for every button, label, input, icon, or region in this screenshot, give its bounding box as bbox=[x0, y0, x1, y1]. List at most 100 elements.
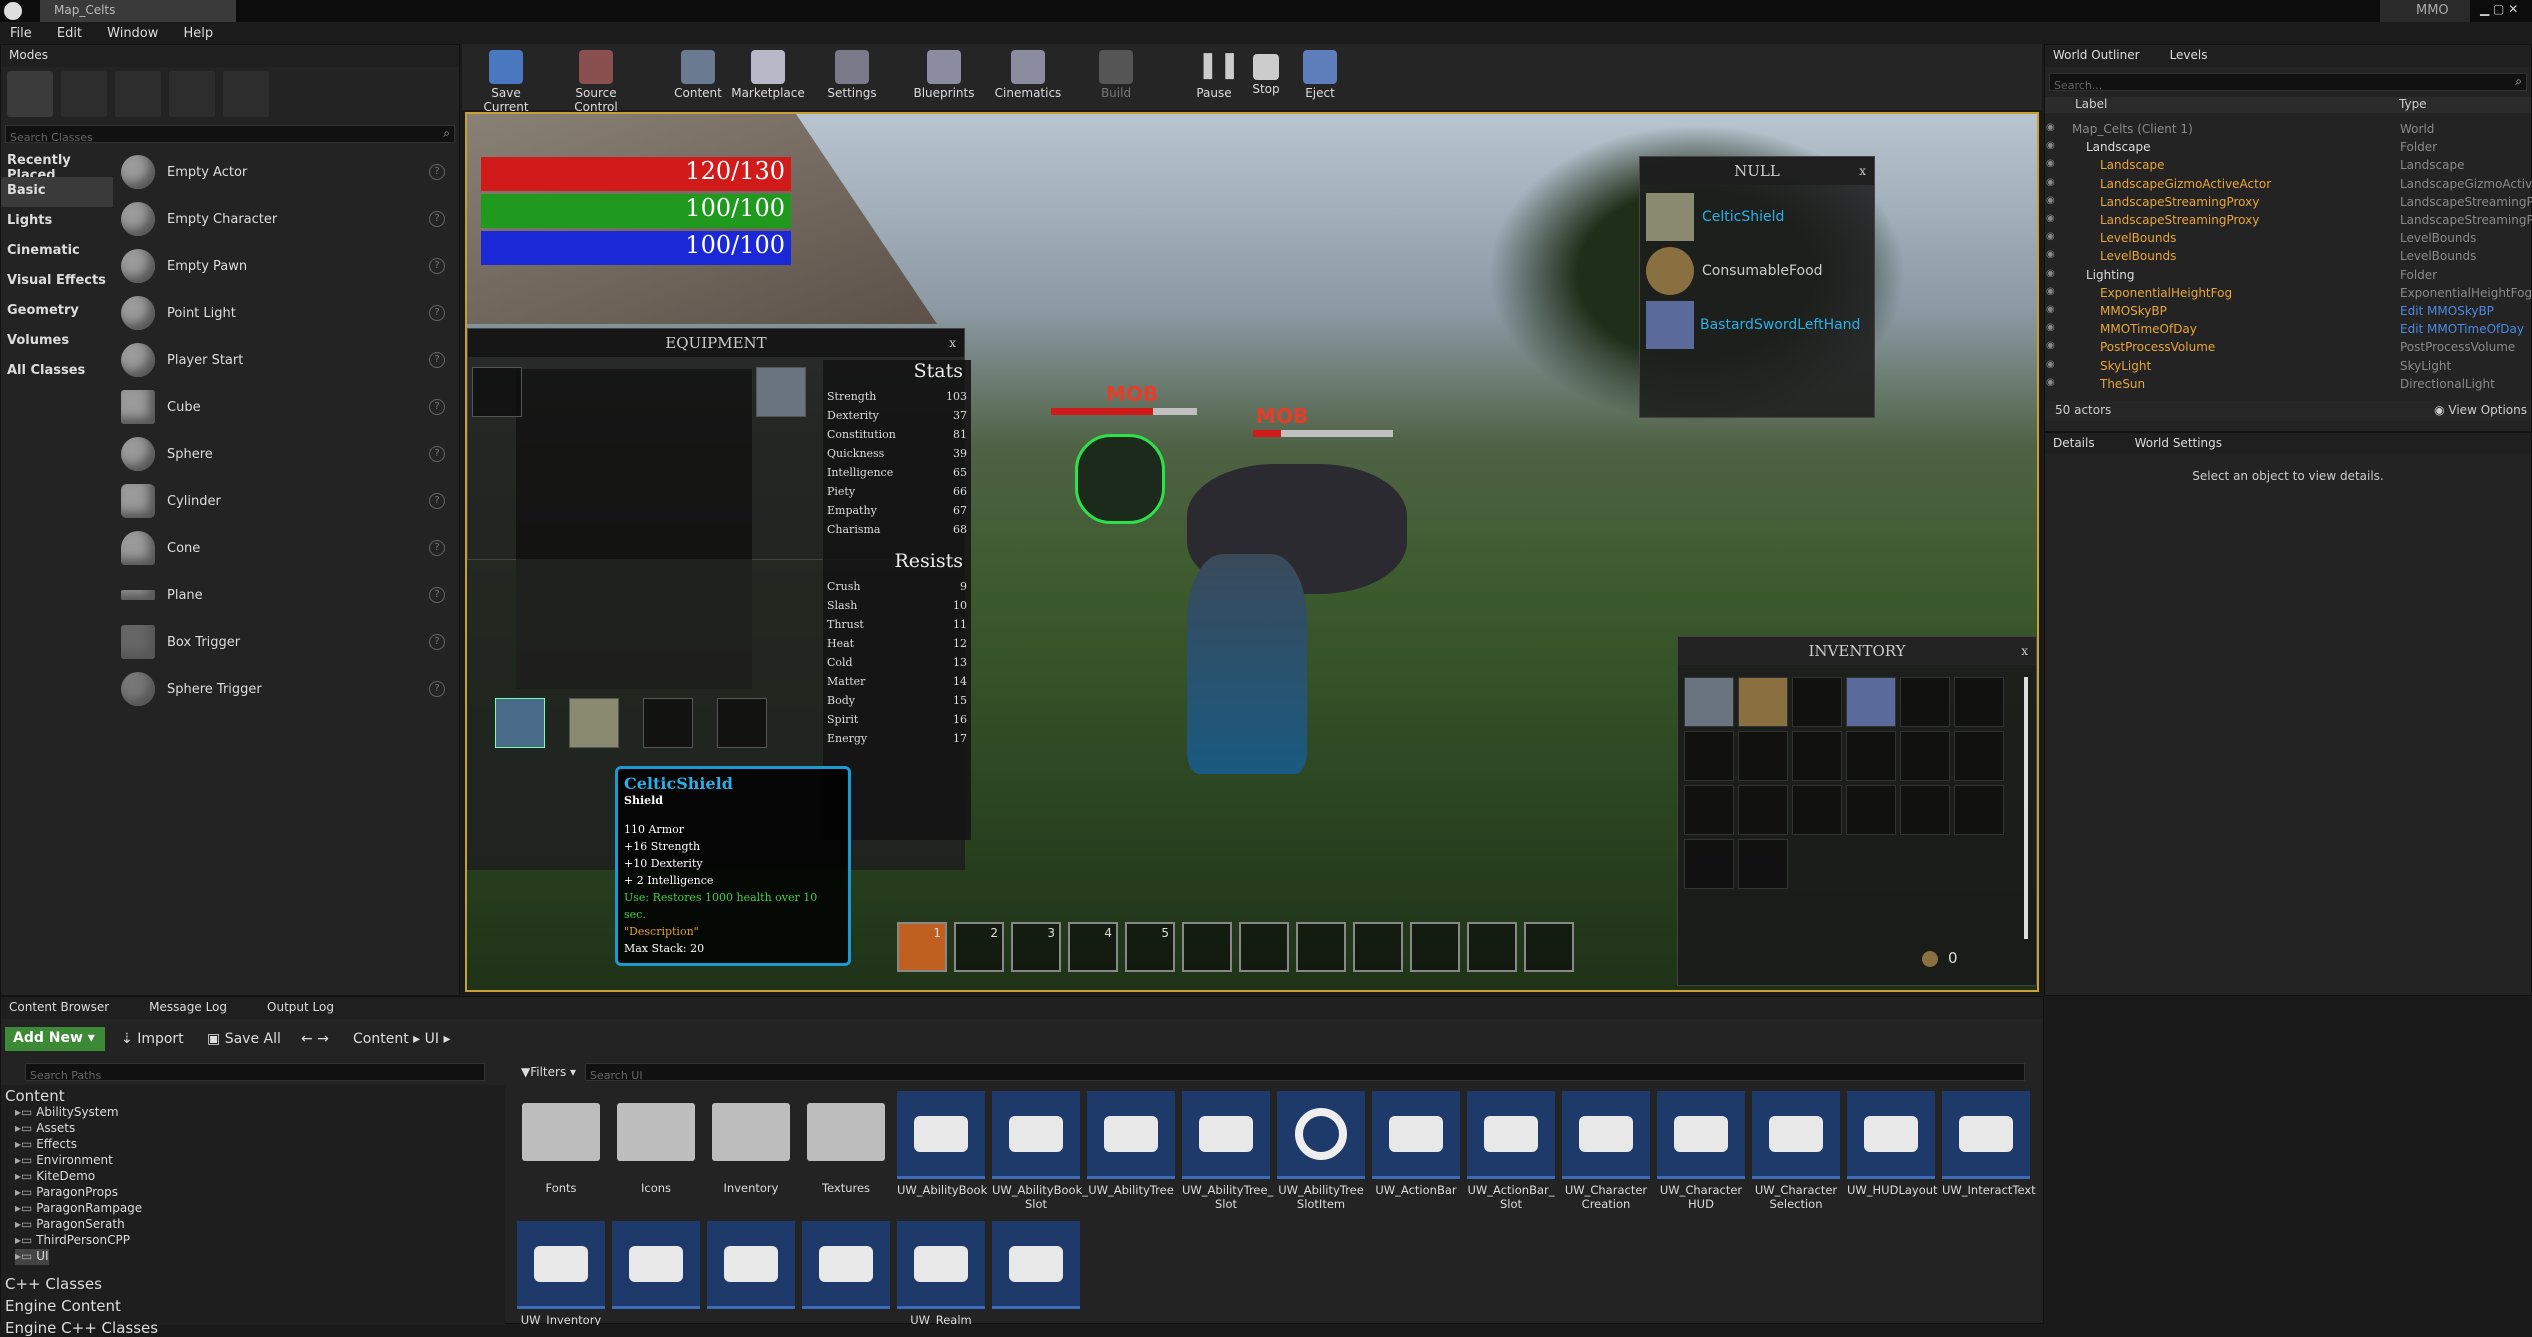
mob-creature-selected[interactable] bbox=[1075, 434, 1165, 524]
category-cinematic[interactable]: Cinematic bbox=[1, 237, 113, 267]
view-options-button[interactable]: ◉ View Options bbox=[2434, 403, 2527, 417]
inventory-slot[interactable] bbox=[1738, 839, 1788, 889]
help-icon[interactable]: ? bbox=[429, 211, 445, 227]
visibility-eye-icon[interactable]: ◉ bbox=[2046, 158, 2064, 176]
tree-folder[interactable]: ▸▭ Effects bbox=[15, 1137, 77, 1153]
class-sphere[interactable]: Sphere? bbox=[121, 431, 451, 477]
asset-widget[interactable] bbox=[612, 1221, 700, 1325]
tab-content-browser[interactable]: Content Browser bbox=[9, 1000, 109, 1016]
inventory-scrollbar[interactable] bbox=[2024, 677, 2028, 939]
blueprints-button[interactable]: Blueprints bbox=[906, 48, 982, 106]
null-close-button[interactable]: x bbox=[1859, 157, 1866, 185]
action-slot-7[interactable] bbox=[1239, 922, 1289, 972]
inventory-slot[interactable] bbox=[1792, 785, 1842, 835]
asset-widget[interactable]: UW_AbilityTree SlotItem bbox=[1277, 1091, 1365, 1219]
window-controls[interactable]: ▁ ▢ ✕ bbox=[2480, 2, 2528, 18]
inventory-slot[interactable] bbox=[1792, 677, 1842, 727]
category-geometry[interactable]: Geometry bbox=[1, 297, 113, 327]
class-player-start[interactable]: Player Start? bbox=[121, 337, 451, 383]
landscape-mode-icon[interactable] bbox=[115, 71, 161, 117]
asset-widget[interactable]: UW_ActionBar bbox=[1372, 1091, 1460, 1219]
visibility-eye-icon[interactable]: ◉ bbox=[2046, 322, 2064, 340]
column-label[interactable]: Label bbox=[2075, 97, 2107, 111]
inventory-close-button[interactable]: x bbox=[2021, 637, 2028, 665]
outliner-row[interactable]: ◉ Landscape Folder bbox=[2046, 140, 2532, 158]
search-ui-input[interactable]: Search UI bbox=[585, 1063, 2025, 1082]
help-icon[interactable]: ? bbox=[429, 446, 445, 462]
tree-folder[interactable]: ▸▭ ParagonRampage bbox=[15, 1201, 142, 1217]
search-classes-input[interactable]: Search Classes ⌕ bbox=[5, 125, 455, 144]
tree-root[interactable]: C++ Classes bbox=[5, 1275, 102, 1293]
null-item-row[interactable]: ConsumableFood bbox=[1646, 245, 1858, 297]
marketplace-button[interactable]: Marketplace bbox=[726, 48, 810, 106]
help-icon[interactable]: ? bbox=[429, 164, 445, 180]
action-slot-5[interactable]: 5 bbox=[1125, 922, 1175, 972]
category-basic[interactable]: Basic bbox=[1, 177, 113, 207]
asset-widget[interactable]: UW_ActionBar_ Slot bbox=[1467, 1091, 1555, 1219]
search-paths-input[interactable]: Search Paths bbox=[25, 1063, 485, 1082]
equip-slot-head[interactable] bbox=[472, 367, 522, 417]
asset-folder[interactable]: Fonts bbox=[517, 1093, 605, 1221]
class-empty-actor[interactable]: Empty Actor? bbox=[121, 149, 451, 195]
tree-root[interactable]: Engine C++ Classes bbox=[5, 1319, 158, 1337]
inventory-slot[interactable] bbox=[1846, 677, 1896, 727]
action-slot-8[interactable] bbox=[1296, 922, 1346, 972]
asset-widget[interactable] bbox=[802, 1221, 890, 1325]
asset-widget[interactable]: UW_Character HUD bbox=[1657, 1091, 1745, 1219]
visibility-eye-icon[interactable]: ◉ bbox=[2046, 213, 2064, 231]
equip-slot-offhand[interactable] bbox=[569, 698, 619, 748]
tree-root[interactable]: Engine Content bbox=[5, 1297, 121, 1315]
outliner-search-input[interactable]: Search... ⌕ bbox=[2049, 73, 2527, 92]
action-slot-3[interactable]: 3 bbox=[1011, 922, 1061, 972]
inventory-slot[interactable] bbox=[1684, 677, 1734, 727]
inventory-slot[interactable] bbox=[1792, 731, 1842, 781]
asset-widget[interactable]: UW_Realm bbox=[897, 1221, 985, 1325]
tab-output-log[interactable]: Output Log bbox=[267, 1000, 334, 1016]
geometry-mode-icon[interactable] bbox=[223, 71, 269, 117]
asset-folder[interactable]: Inventory bbox=[707, 1093, 795, 1221]
null-item-row[interactable]: BastardSwordLeftHand bbox=[1646, 299, 1874, 351]
visibility-eye-icon[interactable]: ◉ bbox=[2046, 249, 2064, 267]
asset-widget[interactable]: UW_AbilityTree bbox=[1087, 1091, 1175, 1219]
inventory-slot[interactable] bbox=[1900, 677, 1950, 727]
class-cube[interactable]: Cube? bbox=[121, 384, 451, 430]
tree-folder[interactable]: ▸▭ ParagonSerath bbox=[15, 1217, 125, 1233]
help-icon[interactable]: ? bbox=[429, 399, 445, 415]
asset-widget[interactable] bbox=[707, 1221, 795, 1325]
action-slot-2[interactable]: 2 bbox=[954, 922, 1004, 972]
asset-widget[interactable]: UW_Character Creation bbox=[1562, 1091, 1650, 1219]
outliner-row[interactable]: ◉ ExponentialHeightFog ExponentialHeightFo… bbox=[2046, 286, 2532, 304]
tree-folder[interactable]: ▸▭ Assets bbox=[15, 1121, 75, 1137]
help-icon[interactable]: ? bbox=[429, 634, 445, 650]
inventory-slot[interactable] bbox=[1684, 839, 1734, 889]
class-plane[interactable]: Plane? bbox=[121, 572, 451, 618]
outliner-row[interactable]: ◉ PostProcessVolume PostProcessVolume bbox=[2046, 340, 2532, 358]
equip-slot-ranged[interactable] bbox=[643, 698, 693, 748]
asset-widget[interactable]: UW_InteractText bbox=[1942, 1091, 2036, 1219]
menu-edit[interactable]: Edit bbox=[47, 24, 92, 43]
breadcrumb-content[interactable]: Content bbox=[353, 1031, 409, 1047]
outliner-row[interactable]: ◉ LandscapeStreamingProxy LandscapeStreami… bbox=[2046, 195, 2532, 213]
equip-slot-extra[interactable] bbox=[717, 698, 767, 748]
tree-folder[interactable]: ▸▭ ThirdPersonCPP bbox=[15, 1233, 130, 1249]
category-visual-effects[interactable]: Visual Effects bbox=[1, 267, 113, 297]
outliner-row[interactable]: ◉ TheSun DirectionalLight bbox=[2046, 377, 2532, 395]
content-button[interactable]: Content bbox=[660, 48, 736, 106]
equip-slot-shield[interactable] bbox=[756, 367, 806, 417]
help-icon[interactable]: ? bbox=[429, 587, 445, 603]
inventory-slot[interactable] bbox=[1684, 785, 1734, 835]
inventory-slot[interactable] bbox=[1738, 677, 1788, 727]
save-all-button[interactable]: ▣ Save All bbox=[207, 1031, 281, 1047]
outliner-row[interactable]: ◉ MMOSkyBP Edit MMOSkyBP bbox=[2046, 304, 2532, 322]
menu-window[interactable]: Window bbox=[97, 24, 168, 43]
add-new-button[interactable]: Add New ▾ bbox=[5, 1027, 105, 1051]
inventory-slot[interactable] bbox=[1738, 785, 1788, 835]
equipment-close-button[interactable]: x bbox=[949, 329, 956, 357]
import-button[interactable]: ⇣ Import bbox=[121, 1031, 184, 1047]
asset-folder[interactable]: Textures bbox=[802, 1093, 890, 1221]
inventory-slot[interactable] bbox=[1846, 785, 1896, 835]
menu-help[interactable]: Help bbox=[174, 24, 224, 43]
visibility-eye-icon[interactable]: ◉ bbox=[2046, 359, 2064, 377]
asset-widget[interactable]: UW_AbilityBook bbox=[897, 1091, 987, 1219]
visibility-eye-icon[interactable]: ◉ bbox=[2046, 122, 2064, 140]
